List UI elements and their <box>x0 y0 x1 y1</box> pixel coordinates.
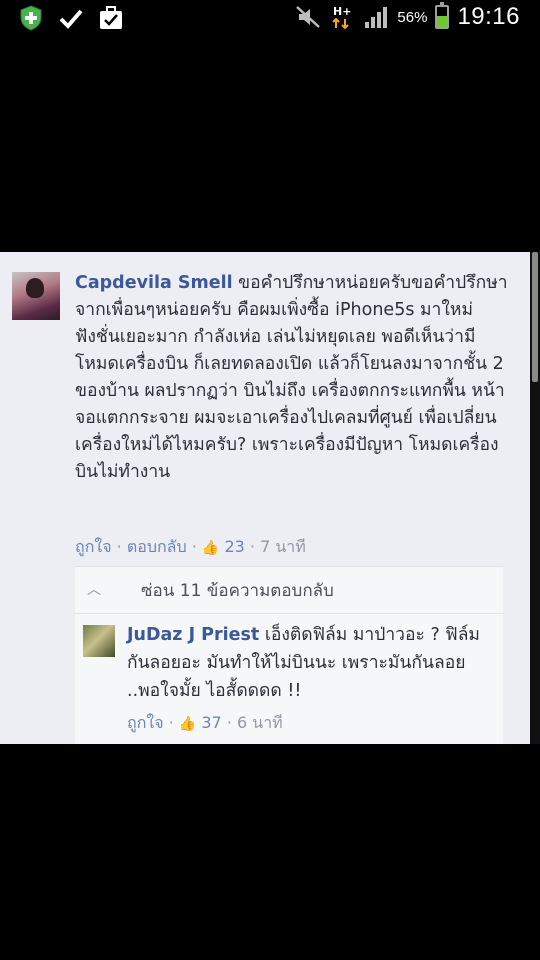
like-count[interactable]: 37 <box>201 713 221 732</box>
hide-replies-button[interactable]: ︿ ซ่อน 11 ข้อความตอบกลับ <box>75 567 503 614</box>
reply-actions: ถูกใจ · 👍 37 · 6 นาที <box>127 713 283 732</box>
battery-percent: 56% <box>397 8 428 26</box>
status-bar: H+ 56% 19:16 <box>0 0 540 36</box>
reply-link[interactable]: ตอบกลับ <box>127 537 187 556</box>
like-link[interactable]: ถูกใจ <box>75 537 112 556</box>
like-count[interactable]: 23 <box>224 537 244 556</box>
avatar <box>83 625 115 657</box>
comment-author[interactable]: Capdevila Smell <box>75 273 233 293</box>
comment-time: 6 นาที <box>236 713 283 732</box>
battery-fill <box>437 15 448 27</box>
avatar <box>12 272 60 320</box>
check-icon <box>58 5 84 31</box>
comment-screenshot-photo: Capdevila Smell ขอคำปรึกษาหน่อยครับขอคำป… <box>0 252 530 744</box>
svg-text:H+: H+ <box>333 5 351 18</box>
comment-text: ขอคำปรึกษาหน่อยครับขอคำปรึกษาจากเพื่อนๆห… <box>75 273 508 482</box>
replies-section: ︿ ซ่อน 11 ข้อความตอบกลับ JuDaz J Priest … <box>75 566 503 744</box>
briefcase-check-icon <box>98 5 124 31</box>
chevron-up-icon: ︿ <box>87 582 101 598</box>
main-comment: Capdevila Smell ขอคำปรึกษาหน่อยครับขอคำป… <box>75 270 515 486</box>
battery-icon <box>435 2 450 29</box>
hide-replies-label: ซ่อน 11 ข้อความตอบกลับ <box>141 581 334 601</box>
comment-author[interactable]: JuDaz J Priest <box>127 625 259 645</box>
hspa-plus-data-icon: H+ <box>329 4 355 30</box>
comment-time: 7 นาที <box>260 537 306 556</box>
thumbs-up-icon: 👍 <box>201 540 220 556</box>
scrollbar-thumb[interactable] <box>532 252 538 382</box>
mute-icon <box>295 4 321 30</box>
like-link[interactable]: ถูกใจ <box>127 713 164 732</box>
clock: 19:16 <box>457 3 520 30</box>
signal-bars-icon <box>363 4 389 30</box>
comment-actions: ถูกใจ · ตอบกลับ · 👍 23 · 7 นาที <box>75 537 306 556</box>
notification-icons <box>18 5 124 31</box>
shield-plus-icon <box>18 5 44 31</box>
reply-comment: JuDaz J Priest เอ็งติดฟิล์ม มาป่าวอะ ? ฟ… <box>127 621 497 705</box>
thumbs-up-icon: 👍 <box>178 716 197 732</box>
system-icons: H+ 56% 19:16 <box>295 2 520 31</box>
